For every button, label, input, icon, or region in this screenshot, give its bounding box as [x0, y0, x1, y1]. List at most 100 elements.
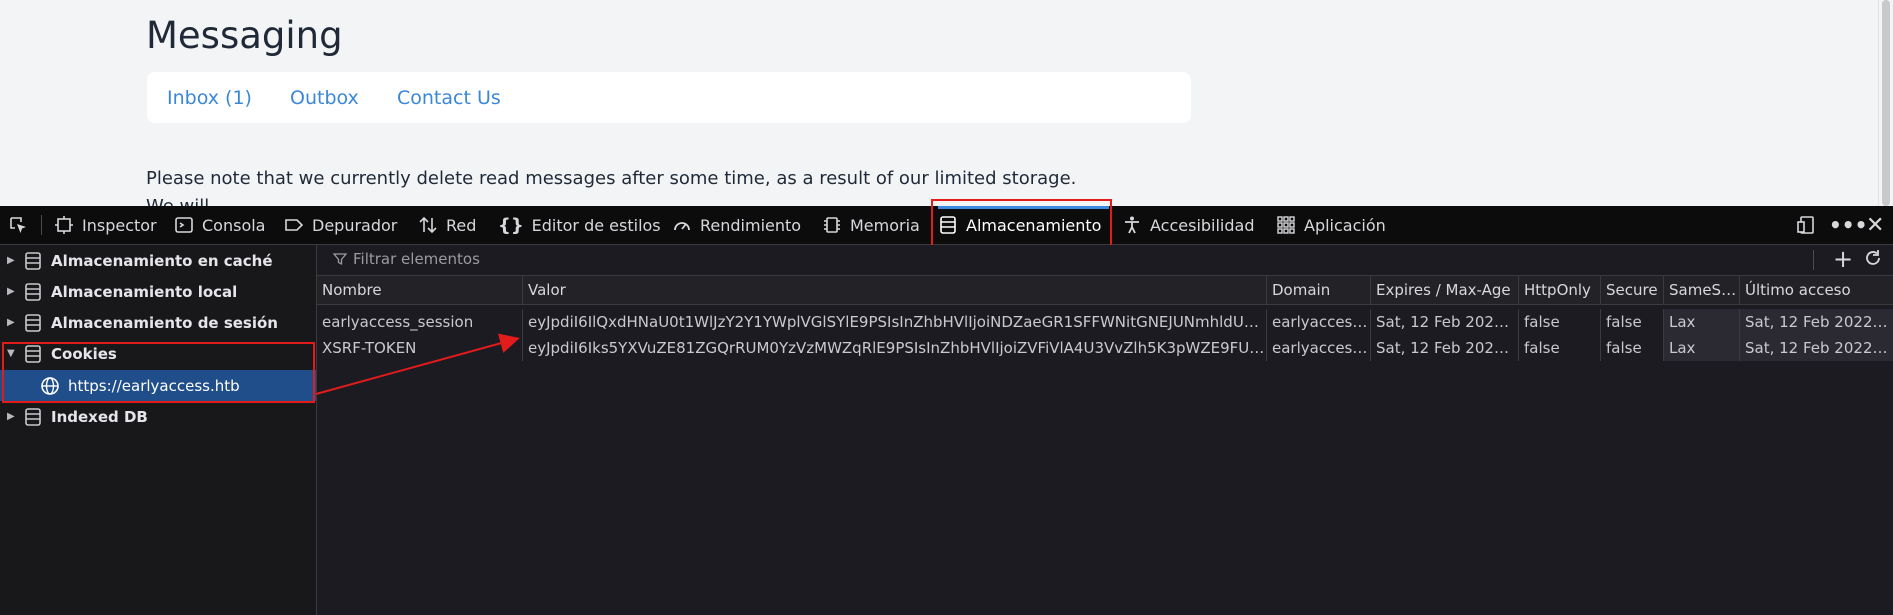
column-header-domain[interactable]: Domain — [1266, 276, 1370, 304]
tab-outbox[interactable]: Outbox — [290, 87, 359, 109]
tab-inspector[interactable]: Inspector — [54, 206, 157, 244]
cell-secure: false — [1600, 335, 1663, 361]
close-devtools-button[interactable]: ✕ — [1866, 206, 1884, 244]
tree-item-label: Almacenamiento local — [51, 282, 238, 301]
more-options-button[interactable]: ••• — [1829, 206, 1867, 244]
filter-divider — [1813, 250, 1814, 270]
cell-samesite: Lax — [1663, 335, 1739, 361]
notice-text-partial: We will... — [146, 196, 226, 206]
messaging-tabs: Inbox (1) Outbox Contact Us — [147, 72, 1191, 123]
tab-accessibility[interactable]: Accesibilidad — [1122, 206, 1255, 244]
tree-item-session-storage[interactable]: ▶ Almacenamiento de sesión — [0, 307, 316, 338]
notice-text: Please note that we currently delete rea… — [146, 168, 1077, 189]
tab-performance-label: Rendimiento — [700, 215, 802, 235]
element-picker-button[interactable] — [8, 206, 28, 244]
tab-debugger[interactable]: Depurador — [284, 206, 397, 244]
tab-style-editor[interactable]: {} Editor de estilos — [498, 206, 661, 244]
filter-bar: Filtrar elementos + — [317, 245, 1893, 276]
tab-performance[interactable]: Rendimiento — [672, 206, 801, 244]
tab-application[interactable]: Aplicación — [1276, 206, 1386, 244]
tab-inspector-label: Inspector — [82, 215, 157, 235]
tree-item-cache-storage[interactable]: ▶ Almacenamiento en caché — [0, 245, 316, 276]
cell-domain: earlyacces… — [1266, 335, 1370, 361]
storage-sidebar: ▶ Almacenamiento en caché ▶ Almacenamien… — [0, 245, 317, 615]
column-header-httponly[interactable]: HttpOnly — [1518, 276, 1600, 304]
column-header-expires[interactable]: Expires / Max-Age — [1370, 276, 1518, 304]
cell-httponly: false — [1518, 335, 1600, 361]
close-icon: ✕ — [1866, 212, 1885, 238]
storage-icon — [25, 251, 41, 270]
tree-item-label: Almacenamiento de sesión — [51, 313, 278, 332]
debugger-icon — [285, 219, 304, 231]
tab-console-label: Consola — [202, 215, 266, 235]
console-icon — [175, 217, 193, 233]
devtools-toolbar: Inspector Consola Depurador Red {} Edito… — [0, 199, 1893, 247]
tab-application-label: Aplicación — [1304, 215, 1386, 235]
storage-icon — [25, 407, 41, 426]
filter-input[interactable]: Filtrar elementos — [333, 250, 480, 268]
application-icon — [1277, 216, 1295, 234]
plus-icon: + — [1833, 245, 1854, 273]
more-options-icon: ••• — [1829, 213, 1868, 237]
table-row[interactable]: XSRF-TOKEN eyJpdiI6Iks5YXVuZE81ZGQrRUM0Y… — [317, 335, 1893, 361]
performance-icon — [674, 222, 690, 231]
storage-icon — [25, 313, 41, 332]
tab-style-editor-label: Editor de estilos — [531, 215, 661, 235]
page-scrollbar[interactable] — [1878, 0, 1893, 206]
cell-domain: earlyacces… — [1266, 309, 1370, 335]
accessibility-icon — [1125, 216, 1139, 234]
responsive-design-icon — [1797, 216, 1814, 234]
inspector-icon — [55, 216, 73, 234]
annotation-box-cookies — [2, 342, 315, 403]
tab-inbox[interactable]: Inbox (1) — [167, 87, 252, 109]
cell-expires: Sat, 12 Feb 2022… — [1370, 309, 1518, 335]
toolbar-divider — [41, 215, 42, 235]
tab-console[interactable]: Consola — [174, 206, 265, 244]
page-title: Messaging — [146, 14, 343, 57]
cell-name: earlyaccess_session — [322, 313, 474, 331]
tree-item-label: Almacenamiento en caché — [51, 251, 273, 270]
expand-arrow-icon: ▶ — [7, 286, 15, 297]
tree-item-label: Indexed DB — [51, 407, 148, 426]
storage-icon — [25, 282, 41, 301]
table-row[interactable]: earlyaccess_session eyJpdiI6IlQxdHNaU0t1… — [317, 309, 1893, 335]
cell-name: XSRF-TOKEN — [322, 339, 417, 357]
tab-network[interactable]: Red — [418, 206, 476, 244]
cell-last-accessed: Sat, 12 Feb 2022… — [1739, 335, 1893, 361]
tab-network-label: Red — [446, 215, 477, 235]
refresh-button[interactable] — [1863, 248, 1883, 272]
refresh-icon — [1866, 250, 1880, 265]
cell-last-accessed: Sat, 12 Feb 2022… — [1739, 309, 1893, 335]
add-item-button[interactable]: + — [1833, 247, 1853, 271]
expand-arrow-icon: ▶ — [7, 317, 15, 328]
element-picker-icon — [10, 217, 26, 233]
expand-arrow-icon: ▶ — [7, 255, 15, 266]
tree-item-indexed-db[interactable]: ▶ Indexed DB — [0, 401, 316, 432]
tab-contact-us[interactable]: Contact Us — [397, 87, 501, 109]
cell-value: eyJpdiI6IlQxdHNaU0t1WlJzY2Y1YWplVGlSYlE9… — [522, 309, 1266, 335]
network-icon — [419, 216, 437, 234]
annotation-box-storage-tab — [931, 199, 1112, 247]
memory-icon — [824, 217, 840, 233]
cell-secure: false — [1600, 309, 1663, 335]
web-page: Messaging Inbox (1) Outbox Contact Us Pl… — [0, 0, 1893, 206]
cell-value: eyJpdiI6Iks5YXVuZE81ZGQrRUM0YzVzMWZqRlE9… — [522, 335, 1266, 361]
style-editor-icon: {} — [498, 214, 524, 236]
responsive-mode-button[interactable] — [1796, 206, 1816, 244]
filter-icon — [333, 253, 347, 266]
column-header-secure[interactable]: Secure — [1600, 276, 1663, 304]
filter-placeholder: Filtrar elementos — [353, 250, 480, 268]
cell-samesite: Lax — [1663, 309, 1739, 335]
column-header-value[interactable]: Valor — [522, 276, 1266, 304]
column-header-samesite[interactable]: SameS… — [1663, 276, 1739, 304]
column-header-last-accessed[interactable]: Último acceso — [1739, 276, 1893, 304]
cell-httponly: false — [1518, 309, 1600, 335]
table-header: Nombre Valor Domain Expires / Max-Age Ht… — [317, 276, 1893, 305]
page-scrollbar-thumb[interactable] — [1882, 0, 1890, 206]
tree-item-local-storage[interactable]: ▶ Almacenamiento local — [0, 276, 316, 307]
tab-debugger-label: Depurador — [312, 215, 398, 235]
tab-accessibility-label: Accesibilidad — [1150, 215, 1255, 235]
cookies-panel: Filtrar elementos + Nombre Valor Domain … — [317, 245, 1893, 615]
column-header-name[interactable]: Nombre — [317, 276, 522, 304]
tab-memory[interactable]: Memoria — [822, 206, 920, 244]
